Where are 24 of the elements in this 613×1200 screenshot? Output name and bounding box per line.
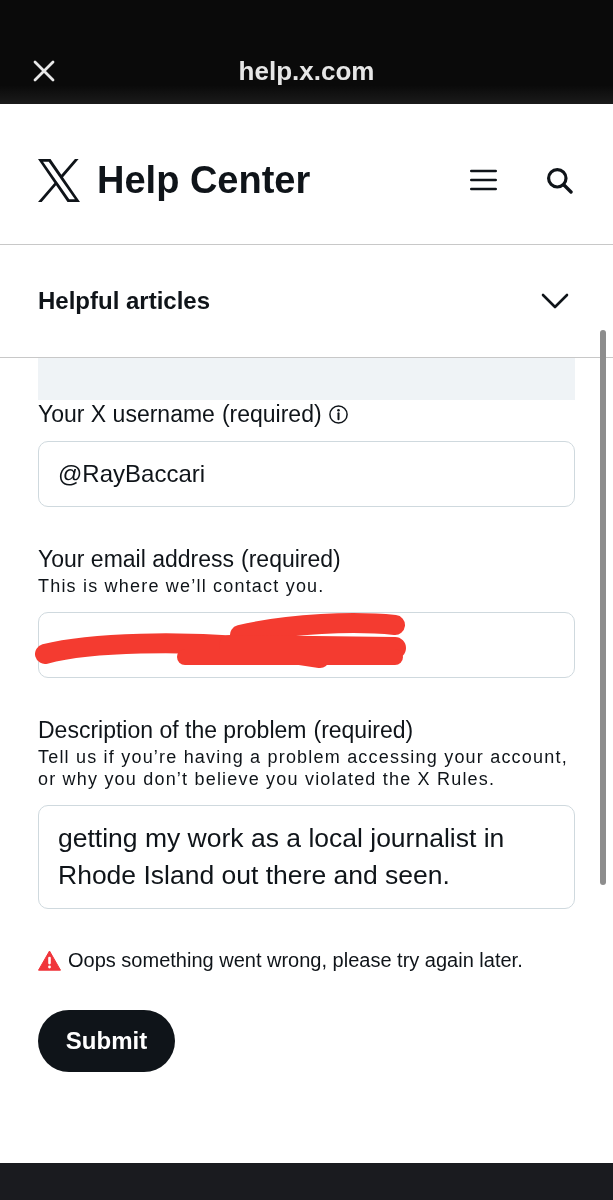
field-label: Your email address <box>38 545 235 573</box>
required-note: (required) <box>221 400 322 428</box>
menu-button[interactable] <box>470 169 497 191</box>
description-field[interactable]: getting my work as a local journalist in Rhode Island out there and seen. <box>38 805 575 909</box>
field-label: Description of the problem <box>38 716 307 744</box>
close-icon <box>33 60 55 82</box>
warning-icon <box>38 949 61 971</box>
submit-button[interactable]: Submit <box>38 1010 175 1072</box>
page-url: help.x.com <box>238 56 375 86</box>
hint-text: This is where we’ll contact you. <box>38 575 326 597</box>
username-field[interactable]: @RayBaccari <box>38 441 575 507</box>
header-title: Help Center <box>97 158 311 202</box>
search-icon <box>546 166 573 194</box>
hint-text: Tell us if you’re having a problem accessing your account, or why you don’t believe you violated the X Rules. <box>38 746 569 790</box>
logo-icon[interactable] <box>38 158 80 202</box>
error-message: Oops something went wrong, please try again later. <box>68 948 523 972</box>
scrollbar-thumb[interactable] <box>600 330 606 885</box>
field-label: Your X username <box>38 400 215 428</box>
required-note: (required) <box>241 545 341 573</box>
menu-icon <box>470 169 497 191</box>
close-button[interactable] <box>33 60 55 82</box>
search-button[interactable] <box>546 166 573 194</box>
info-icon[interactable] <box>328 404 348 424</box>
required-note: (required) <box>313 716 414 744</box>
